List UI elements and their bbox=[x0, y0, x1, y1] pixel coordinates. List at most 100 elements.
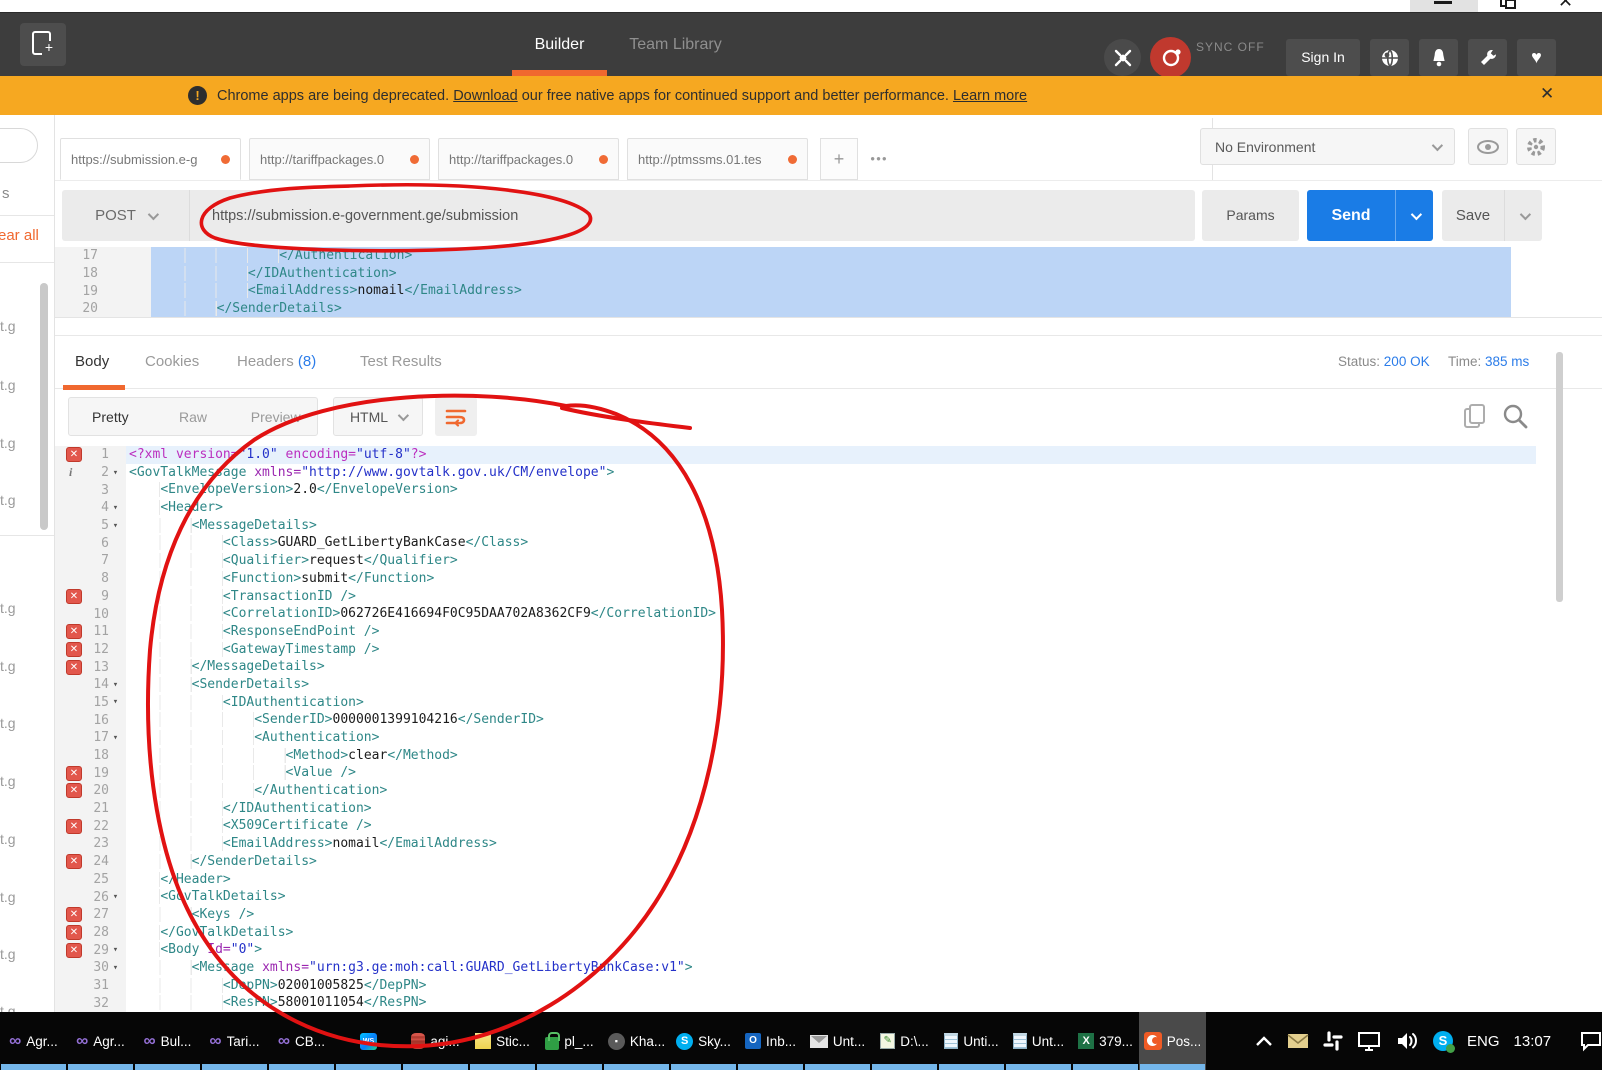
error-icon[interactable]: ✕ bbox=[66, 819, 82, 834]
minimize-button[interactable] bbox=[1410, 0, 1478, 13]
url-input[interactable]: https://submission.e-government.ge/submi… bbox=[190, 190, 1195, 241]
error-icon[interactable]: ✕ bbox=[66, 925, 82, 940]
taskbar-item[interactable]: ∞CB... bbox=[268, 1012, 335, 1070]
error-icon[interactable]: ✕ bbox=[66, 589, 82, 604]
taskbar-item[interactable]: Stic... bbox=[469, 1012, 536, 1070]
close-button[interactable]: ✕ bbox=[1558, 0, 1573, 12]
history-item[interactable]: t.g bbox=[0, 377, 16, 393]
fold-arrow-icon[interactable]: ▾ bbox=[109, 503, 122, 513]
tray-slack-icon[interactable] bbox=[1323, 1031, 1343, 1051]
request-tab[interactable]: http://ptmssms.01.tes bbox=[627, 138, 808, 180]
taskbar-item[interactable]: ✎D:\... bbox=[871, 1012, 938, 1070]
request-body-editor[interactable]: 17 </Authentication>18 </IDAuthenticatio… bbox=[55, 247, 1602, 318]
history-item[interactable]: t.g bbox=[0, 658, 16, 674]
new-tab-button[interactable]: + bbox=[820, 138, 858, 180]
error-icon[interactable]: ✕ bbox=[66, 766, 82, 781]
environment-select[interactable]: No Environment bbox=[1200, 128, 1455, 165]
window-scrollbar[interactable] bbox=[1556, 352, 1563, 602]
history-item[interactable]: t.g bbox=[0, 600, 16, 616]
taskbar-item[interactable]: SSky... bbox=[670, 1012, 737, 1070]
history-item[interactable]: t.g bbox=[0, 889, 16, 905]
fold-arrow-icon[interactable]: ▾ bbox=[109, 468, 122, 478]
error-icon[interactable]: ✕ bbox=[66, 783, 82, 798]
fold-arrow-icon[interactable]: ▾ bbox=[109, 945, 122, 955]
error-icon[interactable]: ✕ bbox=[66, 642, 82, 657]
error-icon[interactable]: ✕ bbox=[66, 907, 82, 922]
taskbar-item[interactable]: Pos... bbox=[1139, 1012, 1206, 1070]
error-icon[interactable]: ✕ bbox=[66, 447, 82, 462]
sidebar-search-input[interactable] bbox=[0, 128, 38, 163]
error-icon[interactable]: ✕ bbox=[66, 660, 82, 675]
save-button[interactable]: Save bbox=[1442, 190, 1542, 241]
format-select[interactable]: HTML bbox=[333, 397, 423, 436]
learn-more-link[interactable]: Learn more bbox=[953, 88, 1027, 104]
tab-cookies[interactable]: Cookies bbox=[145, 353, 199, 370]
new-collection-button[interactable]: + bbox=[20, 23, 66, 66]
nav-team-library[interactable]: Team Library bbox=[618, 13, 733, 76]
send-button[interactable]: Send bbox=[1307, 190, 1433, 241]
send-options-button[interactable] bbox=[1395, 190, 1433, 241]
taskbar-item[interactable]: Unt... bbox=[804, 1012, 871, 1070]
history-item[interactable]: t.g bbox=[0, 773, 16, 789]
wrap-lines-button[interactable] bbox=[435, 397, 477, 436]
taskbar-item[interactable]: agi... bbox=[402, 1012, 469, 1070]
sidebar-scrollbar[interactable] bbox=[40, 283, 48, 530]
tab-headers[interactable]: Headers (8) bbox=[237, 353, 316, 370]
history-item[interactable]: t.g bbox=[0, 946, 16, 962]
taskbar-item[interactable]: Unti... bbox=[938, 1012, 1005, 1070]
proxy-globe-button[interactable] bbox=[1370, 39, 1409, 76]
method-select[interactable]: POST bbox=[62, 190, 190, 241]
taskbar-item[interactable]: pl_... bbox=[536, 1012, 603, 1070]
tab-test-results[interactable]: Test Results bbox=[360, 353, 442, 370]
notifications-button[interactable] bbox=[1419, 39, 1458, 76]
history-item[interactable]: t.g bbox=[0, 831, 16, 847]
tray-chevron-icon[interactable] bbox=[1255, 1035, 1273, 1047]
fold-arrow-icon[interactable]: ▾ bbox=[109, 521, 122, 531]
fold-arrow-icon[interactable]: ▾ bbox=[109, 697, 122, 707]
request-tab[interactable]: http://tariffpackages.0 bbox=[438, 138, 619, 180]
environment-preview-button[interactable] bbox=[1468, 128, 1508, 165]
taskbar-item[interactable]: ▪Kha... bbox=[603, 1012, 670, 1070]
search-response-button[interactable] bbox=[1502, 403, 1528, 434]
sign-in-button[interactable]: Sign In bbox=[1286, 39, 1360, 76]
tray-network-icon[interactable] bbox=[1357, 1031, 1381, 1051]
collections-tab-label[interactable]: s bbox=[2, 185, 10, 202]
tray-skype-icon[interactable]: S bbox=[1433, 1031, 1453, 1051]
settings-button[interactable] bbox=[1516, 128, 1556, 165]
fold-arrow-icon[interactable]: ▾ bbox=[109, 892, 122, 902]
tab-body[interactable]: Body bbox=[75, 353, 109, 370]
download-link[interactable]: Download bbox=[453, 88, 518, 104]
clear-all-link[interactable]: ear all bbox=[0, 227, 39, 244]
fold-arrow-icon[interactable]: ▾ bbox=[109, 733, 122, 743]
error-icon[interactable]: ✕ bbox=[66, 943, 82, 958]
save-options-button[interactable] bbox=[1504, 190, 1542, 241]
request-tab[interactable]: http://tariffpackages.0 bbox=[249, 138, 430, 180]
info-icon[interactable]: i bbox=[69, 465, 72, 480]
banner-close-icon[interactable]: ✕ bbox=[1540, 84, 1554, 104]
tray-volume-icon[interactable] bbox=[1395, 1031, 1419, 1051]
interceptor-icon[interactable] bbox=[1104, 39, 1141, 76]
history-item[interactable]: t.g bbox=[0, 492, 16, 508]
fold-arrow-icon[interactable]: ▾ bbox=[109, 680, 122, 690]
params-button[interactable]: Params bbox=[1202, 190, 1299, 241]
language-indicator[interactable]: ENG bbox=[1467, 1033, 1500, 1050]
sync-status-icon[interactable] bbox=[1150, 37, 1191, 78]
history-item[interactable]: t.g bbox=[0, 715, 16, 731]
taskbar-item[interactable]: X379... bbox=[1072, 1012, 1139, 1070]
taskbar-item[interactable]: ∞Agr... bbox=[67, 1012, 134, 1070]
taskbar-item[interactable]: ∞Agr... bbox=[0, 1012, 67, 1070]
taskbar-item[interactable]: ∞Bul... bbox=[134, 1012, 201, 1070]
favorites-button[interactable]: ♥ bbox=[1517, 39, 1556, 76]
settings-wrench-button[interactable] bbox=[1468, 39, 1507, 76]
error-icon[interactable]: ✕ bbox=[66, 624, 82, 639]
history-item[interactable]: t.g bbox=[0, 435, 16, 451]
view-pretty[interactable]: Pretty bbox=[69, 409, 152, 425]
more-tabs-button[interactable]: ●●● bbox=[860, 138, 898, 180]
error-icon[interactable]: ✕ bbox=[66, 854, 82, 869]
taskbar-item[interactable]: ∞Tari... bbox=[201, 1012, 268, 1070]
clock[interactable]: 13:07 bbox=[1514, 1033, 1552, 1050]
history-item[interactable]: t.g bbox=[0, 1003, 16, 1012]
taskbar-item[interactable]: WS bbox=[335, 1012, 402, 1070]
view-preview[interactable]: Preview bbox=[234, 409, 317, 425]
restore-button[interactable] bbox=[1500, 0, 1513, 7]
